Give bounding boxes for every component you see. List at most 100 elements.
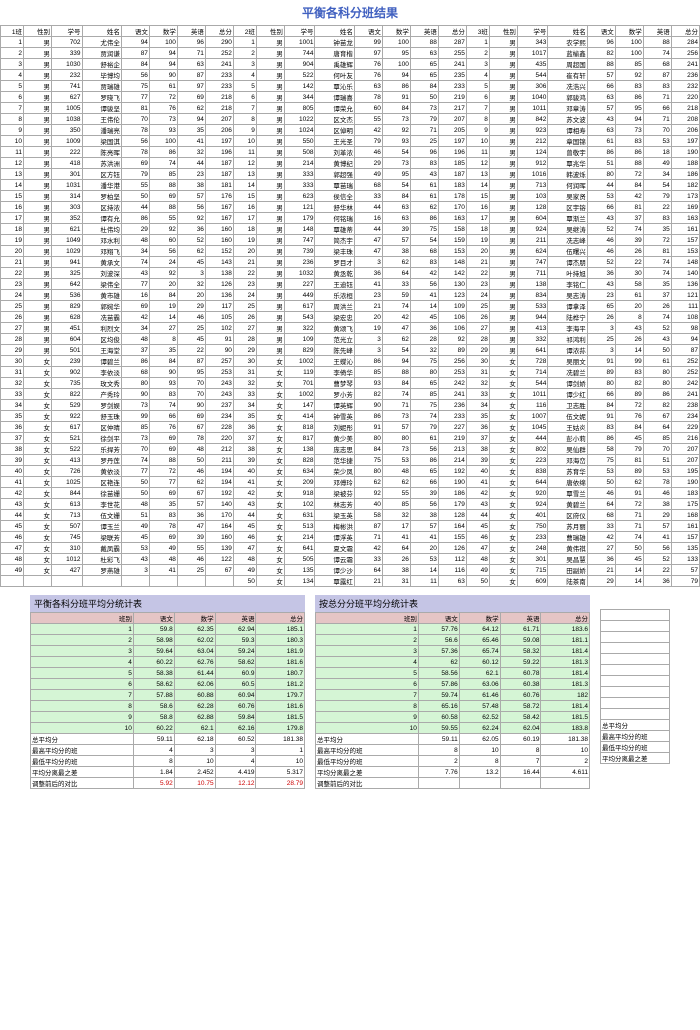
cell: 67	[177, 488, 205, 499]
cell: 47	[233, 543, 256, 554]
cell: 31	[1, 367, 24, 378]
cell: 80	[354, 433, 382, 444]
cell: 36	[354, 268, 382, 279]
cell: 男	[256, 257, 284, 268]
cell: 22	[643, 565, 671, 576]
cell: 287	[438, 37, 466, 48]
cell: 75	[410, 400, 438, 411]
sum-cell: 7	[31, 690, 134, 701]
cell: 73	[121, 433, 149, 444]
cell: 61	[615, 290, 643, 301]
cell: 1045	[517, 422, 548, 433]
cell: 63	[354, 81, 382, 92]
cell: 男	[256, 224, 284, 235]
cell: 211	[205, 455, 233, 466]
cell: 80	[587, 169, 615, 180]
cell: 叶持旭	[548, 268, 587, 279]
cell: 42	[354, 543, 382, 554]
cell: 15	[466, 191, 489, 202]
cell: 80	[643, 378, 671, 389]
cell: 33	[587, 521, 615, 532]
cell: 1011	[517, 103, 548, 114]
cell: 93	[382, 136, 410, 147]
avg-cell: 59.11	[133, 734, 174, 745]
cell: 56	[410, 499, 438, 510]
cell: 140	[671, 268, 699, 279]
cell: 80	[587, 378, 615, 389]
cell: 45	[177, 334, 205, 345]
avg-cell: 60.19	[500, 734, 541, 745]
stat-cell: 10	[541, 745, 590, 756]
cell: 167	[205, 213, 233, 224]
cell: 男	[23, 235, 51, 246]
cell: 76	[615, 411, 643, 422]
cell: 男	[256, 235, 284, 246]
col-header: 姓名	[82, 26, 121, 37]
cell: 黄颂飞	[315, 323, 354, 334]
cell: 女	[256, 378, 284, 389]
cell: 64	[382, 543, 410, 554]
cell: 48	[149, 554, 177, 565]
cell: 828	[284, 455, 315, 466]
cell: 产秀玲	[82, 389, 121, 400]
cell: 1040	[517, 92, 548, 103]
cell: 罗目才	[315, 257, 354, 268]
cell: 414	[284, 411, 315, 422]
cell: 139	[205, 543, 233, 554]
cell: 女	[23, 367, 51, 378]
sum-cell: 62.76	[174, 657, 215, 668]
cell: 女	[256, 576, 284, 587]
avg-cell: 60.52	[215, 734, 256, 745]
cell: 233	[205, 81, 233, 92]
cell: 290	[205, 37, 233, 48]
cell: 2	[1, 48, 24, 59]
cell: 梁国淇	[82, 136, 121, 147]
cell: 83	[587, 422, 615, 433]
cell: 刘妮彤	[315, 422, 354, 433]
cell: 贾瑞雄	[82, 81, 121, 92]
cell: 男	[256, 147, 284, 158]
cell: 64	[382, 268, 410, 279]
cell: 伍文妮	[548, 411, 587, 422]
cell: 45	[615, 554, 643, 565]
cell: 女	[489, 466, 517, 477]
cell: 50	[121, 477, 149, 488]
cell: 47	[354, 235, 382, 246]
sum-cell: 57.76	[418, 624, 459, 635]
cell: 男	[489, 213, 517, 224]
cell: 728	[517, 356, 548, 367]
cell: 142	[438, 268, 466, 279]
cell: 89	[587, 367, 615, 378]
cell: 57	[410, 521, 438, 532]
cell: 71	[354, 532, 382, 543]
cell: 39	[233, 455, 256, 466]
cell: 83	[149, 389, 177, 400]
cell: 区均俊	[82, 334, 121, 345]
cell: 97	[177, 81, 205, 92]
cell: 76	[354, 59, 382, 70]
cell: 88	[149, 202, 177, 213]
cell: 36	[587, 268, 615, 279]
cell: 61	[410, 433, 438, 444]
right-labels: 总平均分最高平均分的班最低平均分的班平均分离最之差	[600, 609, 670, 764]
cell: 女	[489, 554, 517, 565]
cell: 女	[256, 466, 284, 477]
cell: 631	[284, 510, 315, 521]
cell: 92	[177, 213, 205, 224]
cell: 241	[671, 59, 699, 70]
cell: 238	[671, 400, 699, 411]
cell: 卫志胜	[548, 400, 587, 411]
cell: 100	[615, 48, 643, 59]
cell: 乐浓桓	[315, 290, 354, 301]
cell: 谭拿泽	[548, 301, 587, 312]
cell: 男	[23, 323, 51, 334]
cell: 男	[489, 301, 517, 312]
main-table: 1班性别学号姓名语文数学英语总分2班性别学号姓名语文数学英语总分3班性别学号姓名…	[0, 25, 700, 587]
cell: 24	[1, 290, 24, 301]
cell: 205	[438, 125, 466, 136]
sum-cell: 59.64	[133, 646, 174, 657]
cell: 3	[233, 59, 256, 70]
cell: 86	[354, 411, 382, 422]
cell: 713	[51, 510, 82, 521]
cell: 234	[205, 411, 233, 422]
